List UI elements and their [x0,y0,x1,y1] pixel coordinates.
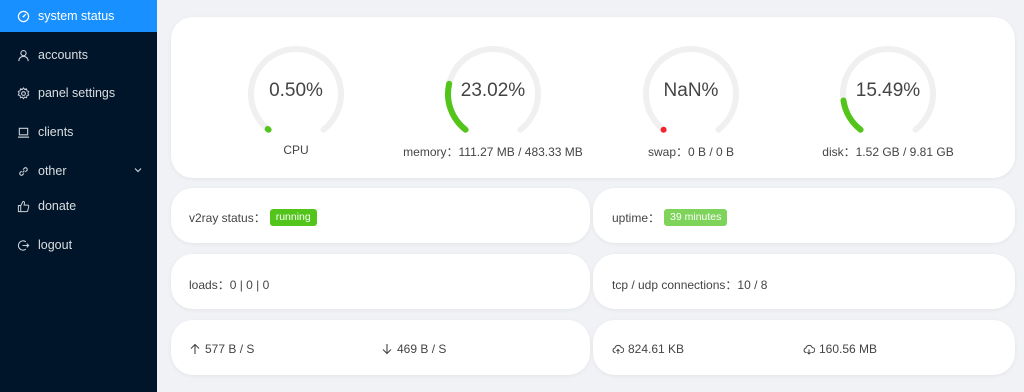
system-gauges-card: 0.50% CPU 23.02% memory：111.27 MB / 483.… [171,17,1015,178]
like-icon [16,199,30,213]
arrow-up-icon [190,343,200,354]
upload-speed: 577 B / S [205,342,255,356]
v2ray-status-badge: running [269,209,317,226]
uptime-label: uptime： [612,211,661,225]
v2ray-status-card: v2ray status： running [171,188,590,243]
total-upload: 824.61 KB [628,342,685,356]
cpu-value: 0.50% [269,80,323,101]
disk-value: 15.49% [855,80,921,101]
cloud-download-icon [803,344,815,355]
sidebar-item-panel-settings[interactable]: panel settings [0,77,157,109]
speed-card: 577 B / S 469 B / S [171,320,590,375]
laptop-icon [16,125,30,139]
arrow-down-icon [382,344,392,355]
sidebar-item-donate[interactable]: donate [0,190,157,222]
loads-text: loads：0 | 0 | 0 [189,278,270,292]
swap-value: NaN% [663,80,719,101]
connections-text: tcp / udp connections：10 / 8 [612,278,768,292]
sidebar-item-system-status[interactable]: system status [0,0,157,32]
disk-caption: disk：1.52 GB / 9.81 GB [822,145,954,159]
sidebar-item-label: other [38,164,67,178]
memory-caption: memory：111.27 MB / 483.33 MB [403,145,583,159]
sidebar: system status accounts panel settings cl… [0,0,157,392]
sidebar-item-label: accounts [38,48,89,62]
disk-gauge: 15.49% [838,44,938,144]
chevron-down-icon [134,168,142,173]
cpu-caption: CPU [283,143,309,157]
uptime-badge: 39 minutes [664,209,728,226]
sidebar-item-clients[interactable]: clients [0,116,157,148]
user-icon [16,48,30,62]
memory-gauge: 23.02% [443,44,543,144]
sidebar-item-label: logout [38,238,73,252]
loads-card: loads：0 | 0 | 0 [171,254,590,309]
sidebar-item-accounts[interactable]: accounts [0,39,157,71]
sidebar-item-label: system status [38,9,115,23]
cloud-upload-icon [612,344,624,354]
connections-card: tcp / udp connections：10 / 8 [593,254,1015,309]
uptime-card: uptime： 39 minutes [593,188,1015,243]
cpu-gauge: 0.50% [246,44,346,144]
traffic-card: 824.61 KB 160.56 MB [593,320,1015,375]
dashboard-icon [16,9,30,23]
sidebar-item-logout[interactable]: logout [0,229,157,261]
sidebar-item-label: donate [38,199,77,213]
v2ray-status-label: v2ray status： [189,211,266,225]
link-icon [16,164,30,178]
gear-icon [16,86,30,100]
sidebar-item-label: panel settings [38,86,116,100]
download-speed: 469 B / S [397,342,447,356]
memory-value: 23.02% [460,80,526,101]
swap-gauge: NaN% [641,44,741,144]
sidebar-item-label: clients [38,125,74,139]
swap-caption: swap：0 B / 0 B [647,145,735,159]
total-download: 160.56 MB [819,342,878,356]
logout-icon [16,238,30,252]
sidebar-item-other[interactable]: other [0,155,157,187]
